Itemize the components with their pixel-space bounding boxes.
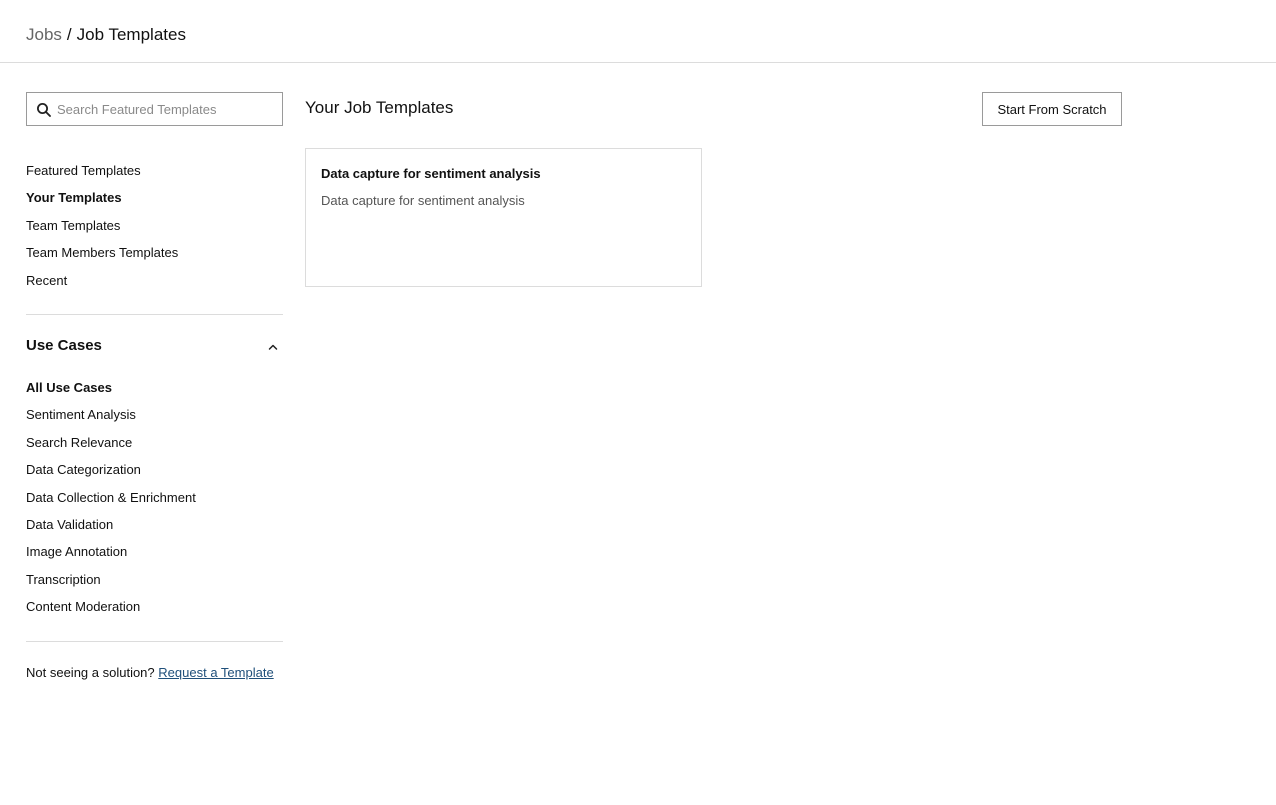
use-cases-title: Use Cases (26, 337, 102, 354)
breadcrumb-separator: / (66, 25, 72, 44)
start-from-scratch-button[interactable]: Start From Scratch (982, 92, 1122, 126)
nav-item-team-members-templates[interactable]: Team Members Templates (26, 244, 283, 271)
nav-item-featured-templates[interactable]: Featured Templates (26, 162, 283, 189)
search-box[interactable] (26, 92, 283, 126)
use-case-item-transcription[interactable]: Transcription (26, 571, 283, 598)
use-case-item-data-validation[interactable]: Data Validation (26, 516, 283, 543)
search-input[interactable] (57, 99, 277, 119)
sidebar-divider (26, 641, 283, 642)
template-card[interactable]: Data capture for sentiment analysis Data… (305, 148, 702, 287)
nav-item-your-templates[interactable]: Your Templates (26, 189, 283, 216)
use-cases-list: All Use Cases Sentiment Analysis Search … (26, 379, 283, 626)
use-case-item-data-categorization[interactable]: Data Categorization (26, 461, 283, 488)
breadcrumb: Jobs / Job Templates (26, 24, 186, 46)
request-template-note: Not seeing a solution? Request a Templat… (26, 664, 274, 682)
search-icon (36, 102, 52, 118)
page-header: Jobs / Job Templates (0, 0, 1276, 63)
use-case-item-search-relevance[interactable]: Search Relevance (26, 434, 283, 461)
request-template-link[interactable]: Request a Template (158, 665, 273, 680)
breadcrumb-jobs-link[interactable]: Jobs (26, 25, 62, 44)
page-title: Your Job Templates (305, 98, 454, 117)
nav-item-recent[interactable]: Recent (26, 272, 283, 299)
template-card-title: Data capture for sentiment analysis (321, 166, 541, 181)
nav-item-team-templates[interactable]: Team Templates (26, 217, 283, 244)
use-case-item-content-moderation[interactable]: Content Moderation (26, 598, 283, 625)
request-template-prompt: Not seeing a solution? (26, 665, 155, 680)
use-case-item-image-annotation[interactable]: Image Annotation (26, 543, 283, 570)
sidebar-divider (26, 314, 283, 315)
use-case-item-all[interactable]: All Use Cases (26, 379, 283, 406)
use-case-item-sentiment-analysis[interactable]: Sentiment Analysis (26, 406, 283, 433)
template-nav: Featured Templates Your Templates Team T… (26, 162, 283, 299)
use-cases-toggle[interactable]: Use Cases (26, 336, 283, 358)
template-card-description: Data capture for sentiment analysis (321, 193, 525, 208)
use-case-item-data-collection-enrichment[interactable]: Data Collection & Enrichment (26, 489, 283, 516)
breadcrumb-current: Job Templates (76, 25, 186, 44)
chevron-up-icon (267, 340, 279, 352)
